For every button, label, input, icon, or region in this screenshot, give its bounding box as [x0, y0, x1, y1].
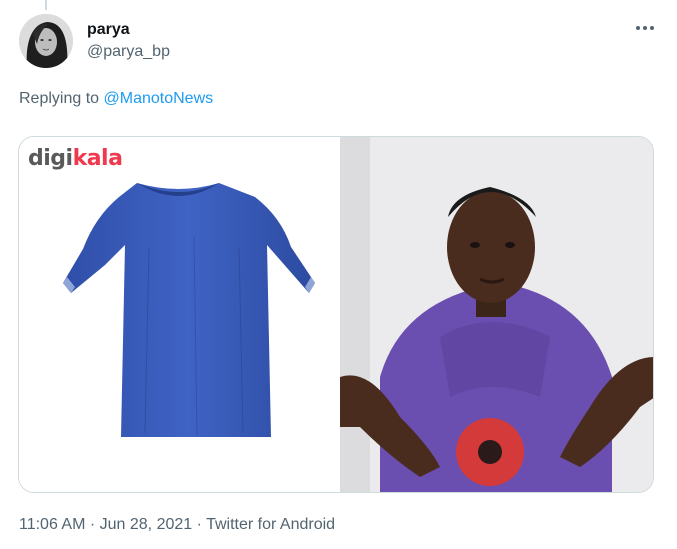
tweet-source[interactable]: Twitter for Android	[206, 516, 335, 533]
meta-separator: ·	[85, 516, 100, 533]
replying-to: Replying to @ManotoNews	[19, 89, 213, 109]
tweet-metadata: 11:06 AM · Jun 28, 2021 · Twitter for An…	[19, 515, 335, 535]
media-grid: digikala	[18, 136, 654, 493]
media-image-shrug[interactable]	[340, 137, 653, 492]
display-name[interactable]: parya	[87, 20, 130, 40]
replying-to-label: Replying to	[19, 90, 100, 107]
thread-connector-line	[45, 0, 47, 10]
user-handle[interactable]: @parya_bp	[87, 42, 170, 62]
avatar[interactable]	[19, 14, 73, 68]
media-image-gown[interactable]: digikala	[19, 137, 338, 492]
gown-illustration	[63, 183, 315, 437]
tweet-time[interactable]: 11:06 AM	[19, 516, 85, 533]
meta-separator: ·	[192, 516, 207, 533]
tweet-date[interactable]: Jun 28, 2021	[100, 516, 193, 533]
avatar-photo	[19, 14, 73, 68]
mention-link[interactable]: @ManotoNews	[104, 90, 214, 107]
more-horizontal-icon[interactable]	[632, 18, 658, 38]
shrug-photo-illustration	[340, 137, 653, 492]
